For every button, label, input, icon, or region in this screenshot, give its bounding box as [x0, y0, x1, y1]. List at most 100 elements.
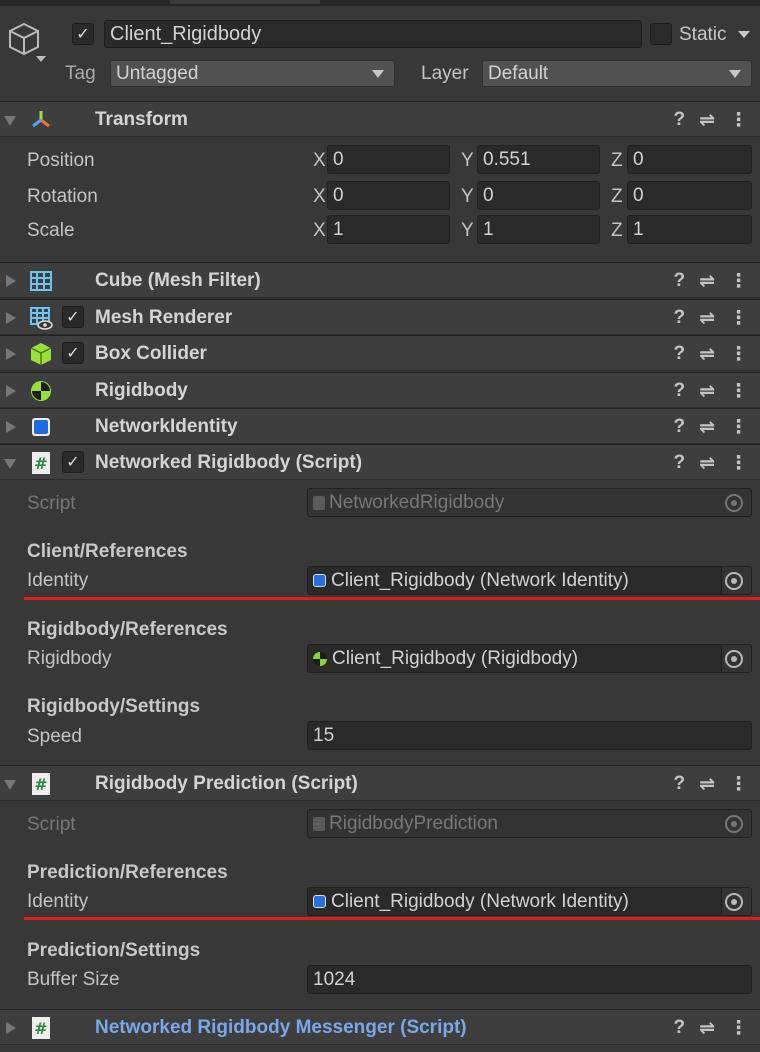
script-file-icon — [313, 495, 325, 510]
menu-icon[interactable]: ⋮ — [729, 452, 748, 475]
presets-icon[interactable]: ⇌ — [699, 307, 715, 330]
axis-x-label[interactable]: X — [313, 186, 326, 208]
layer-dropdown[interactable]: Default — [482, 60, 752, 87]
foldout-arrow-icon[interactable] — [6, 312, 16, 324]
identity-field[interactable]: Client_Rigidbody (Network Identity) — [307, 566, 752, 595]
static-checkbox[interactable] — [650, 23, 672, 45]
help-icon[interactable]: ? — [673, 109, 685, 132]
enabled-checkbox[interactable]: ✓ — [62, 451, 84, 473]
component-header[interactable]: Cube (Mesh Filter) ? ⇌ ⋮ — [0, 262, 760, 298]
presets-icon[interactable]: ⇌ — [699, 270, 715, 293]
presets-icon[interactable]: ⇌ — [699, 416, 715, 439]
identity-value: Client_Rigidbody (Network Identity) — [331, 569, 629, 591]
buffer-size-field[interactable]: 1024 — [307, 965, 752, 994]
axis-y-label[interactable]: Y — [461, 220, 474, 242]
section-heading: Prediction/Settings — [27, 940, 201, 961]
y-field[interactable]: 1 — [477, 215, 600, 244]
component-header[interactable]: ✓ Box Collider ? ⇌ ⋮ — [0, 335, 760, 371]
x-field[interactable]: 1 — [327, 215, 450, 244]
z-field[interactable]: 1 — [627, 215, 752, 244]
help-icon[interactable]: ? — [673, 270, 685, 293]
axis-x-label[interactable]: X — [313, 150, 326, 172]
component-title: NetworkIdentity — [95, 416, 238, 437]
help-icon[interactable]: ? — [673, 416, 685, 439]
x-field[interactable]: 0 — [327, 181, 450, 210]
menu-icon[interactable]: ⋮ — [729, 109, 748, 132]
z-field[interactable]: 0 — [627, 145, 752, 174]
foldout-arrow-icon[interactable] — [4, 116, 16, 126]
speed-label: Speed — [27, 726, 82, 747]
z-field[interactable]: 0 — [627, 181, 752, 210]
component-header[interactable]: Rigidbody ? ⇌ ⋮ — [0, 372, 760, 408]
presets-icon[interactable]: ⇌ — [699, 452, 715, 475]
enabled-checkbox[interactable]: ✓ — [62, 306, 84, 328]
object-picker-icon[interactable] — [725, 571, 743, 590]
help-icon[interactable]: ? — [673, 380, 685, 403]
gameobject-icon[interactable] — [6, 20, 46, 64]
object-picker-icon[interactable] — [725, 892, 743, 911]
section-heading: Rigidbody/References — [27, 619, 228, 640]
presets-icon[interactable]: ⇌ — [699, 109, 715, 132]
axis-z-label[interactable]: Z — [611, 150, 623, 172]
foldout-arrow-icon[interactable] — [6, 1022, 16, 1034]
foldout-arrow-icon[interactable] — [4, 459, 16, 469]
axis-y-label[interactable]: Y — [461, 186, 474, 208]
axis-y-label[interactable]: Y — [461, 150, 474, 172]
foldout-arrow-icon[interactable] — [6, 421, 16, 433]
axis-z-label[interactable]: Z — [611, 186, 623, 208]
component-header[interactable]: ✓ Mesh Renderer ? ⇌ ⋮ — [0, 299, 760, 335]
transform-row-label: Rotation — [27, 186, 98, 207]
menu-icon[interactable]: ⋮ — [729, 773, 748, 796]
menu-icon[interactable]: ⋮ — [729, 270, 748, 293]
messenger-header[interactable]: # Networked Rigidbody Messenger (Script)… — [0, 1009, 760, 1045]
menu-icon[interactable]: ⋮ — [729, 380, 748, 403]
active-checkbox[interactable]: ✓ — [72, 23, 94, 45]
identity-field[interactable]: Client_Rigidbody (Network Identity) — [307, 887, 752, 916]
menu-icon[interactable]: ⋮ — [729, 416, 748, 439]
speed-field[interactable]: 15 — [307, 721, 752, 750]
svg-text:#: # — [34, 454, 47, 473]
help-icon[interactable]: ? — [673, 1017, 685, 1040]
help-icon[interactable]: ? — [673, 343, 685, 366]
help-icon[interactable]: ? — [673, 452, 685, 475]
component-title: Cube (Mesh Filter) — [95, 270, 261, 291]
rigidbody-icon — [29, 379, 53, 403]
networked-rigidbody-header[interactable]: # ✓ Networked Rigidbody (Script) ? ⇌ ⋮ — [0, 444, 760, 480]
chevron-down-icon — [372, 69, 384, 78]
x-field[interactable]: 0 — [327, 145, 450, 174]
presets-icon[interactable]: ⇌ — [699, 1017, 715, 1040]
name-field[interactable]: Client_Rigidbody — [104, 20, 642, 48]
presets-icon[interactable]: ⇌ — [699, 380, 715, 403]
enabled-checkbox[interactable]: ✓ — [62, 342, 84, 364]
static-label[interactable]: Static — [679, 24, 727, 46]
presets-icon[interactable]: ⇌ — [699, 773, 715, 796]
foldout-arrow-icon[interactable] — [4, 780, 16, 790]
menu-icon[interactable]: ⋮ — [729, 307, 748, 330]
axis-x-label[interactable]: X — [313, 220, 326, 242]
component-header[interactable]: NetworkIdentity ? ⇌ ⋮ — [0, 408, 760, 444]
transform-header[interactable]: Transform ? ⇌ ⋮ — [0, 101, 760, 137]
tag-value: Untagged — [116, 62, 199, 84]
script-value: NetworkedRigidbody — [329, 491, 505, 513]
foldout-arrow-icon[interactable] — [6, 348, 16, 360]
script-value: RigidbodyPrediction — [329, 812, 498, 834]
y-field[interactable]: 0 — [477, 181, 600, 210]
foldout-arrow-icon[interactable] — [6, 385, 16, 397]
object-picker-icon[interactable] — [725, 649, 743, 668]
rigidbody-field[interactable]: Client_Rigidbody (Rigidbody) — [307, 644, 752, 673]
help-icon[interactable]: ? — [673, 307, 685, 330]
inspector-tab[interactable] — [170, 0, 320, 4]
axis-z-label[interactable]: Z — [611, 220, 623, 242]
menu-icon[interactable]: ⋮ — [729, 343, 748, 366]
mesh-filter-icon — [29, 269, 53, 293]
foldout-arrow-icon[interactable] — [6, 275, 16, 287]
chevron-down-icon — [729, 69, 741, 78]
static-dropdown-icon[interactable] — [738, 31, 750, 38]
help-icon[interactable]: ? — [673, 773, 685, 796]
rigidbody-prediction-header[interactable]: # Rigidbody Prediction (Script) ? ⇌ ⋮ — [0, 765, 760, 801]
y-field[interactable]: 0.551 — [477, 145, 600, 174]
menu-icon[interactable]: ⋮ — [729, 1017, 748, 1040]
transform-icon — [29, 108, 53, 132]
tag-dropdown[interactable]: Untagged — [110, 60, 395, 87]
presets-icon[interactable]: ⇌ — [699, 343, 715, 366]
